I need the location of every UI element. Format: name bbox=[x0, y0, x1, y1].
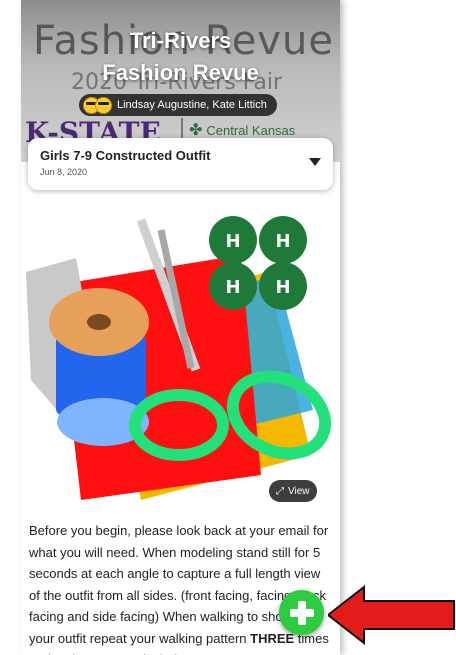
svg-text:H: H bbox=[275, 277, 290, 298]
page-title-line1: Tri-Rivers bbox=[129, 28, 232, 53]
add-post-button[interactable] bbox=[279, 590, 324, 635]
view-button-label: View bbox=[288, 485, 310, 497]
entry-title: Girls 7-9 Constructed Outfit bbox=[40, 148, 211, 163]
instructions-text: Before you begin, please look back at yo… bbox=[29, 520, 329, 655]
authors-pill[interactable]: Lindsay Augustine, Kate Littich bbox=[79, 94, 277, 116]
central-kansas-label: Central Kansas bbox=[206, 122, 296, 138]
svg-text:H: H bbox=[275, 231, 290, 252]
sewing-clipart-image[interactable]: H H H H bbox=[21, 200, 340, 510]
entry-selector[interactable]: Girls 7-9 Constructed Outfit Jun 8, 2020 bbox=[28, 138, 333, 190]
clover-icon: ✤ bbox=[189, 122, 203, 139]
sunglasses-emoji-icon bbox=[83, 96, 112, 114]
instructions-emphasis: THREE bbox=[250, 630, 295, 646]
central-kansas-logo: ✤ Central Kansas bbox=[189, 120, 295, 140]
entry-date: Jun 8, 2020 bbox=[40, 167, 88, 177]
red-pointer-arrow-icon bbox=[328, 585, 455, 645]
authors-label: Lindsay Augustine, Kate Littich bbox=[117, 99, 267, 111]
expand-icon: ⤢ bbox=[276, 485, 284, 497]
instructions-text-start: Before you begin, please look back at yo… bbox=[29, 523, 329, 646]
view-image-button[interactable]: ⤢ View bbox=[269, 480, 317, 502]
svg-text:H: H bbox=[225, 277, 240, 298]
svg-text:H: H bbox=[225, 231, 240, 252]
plus-icon-vertical bbox=[297, 600, 306, 625]
dropdown-arrow-icon[interactable] bbox=[309, 158, 321, 166]
app-screen: Fashion Revue 2020 Tri-Rivers Fair K-STA… bbox=[21, 0, 340, 655]
page-title-line2: Fashion Revue bbox=[102, 60, 259, 85]
